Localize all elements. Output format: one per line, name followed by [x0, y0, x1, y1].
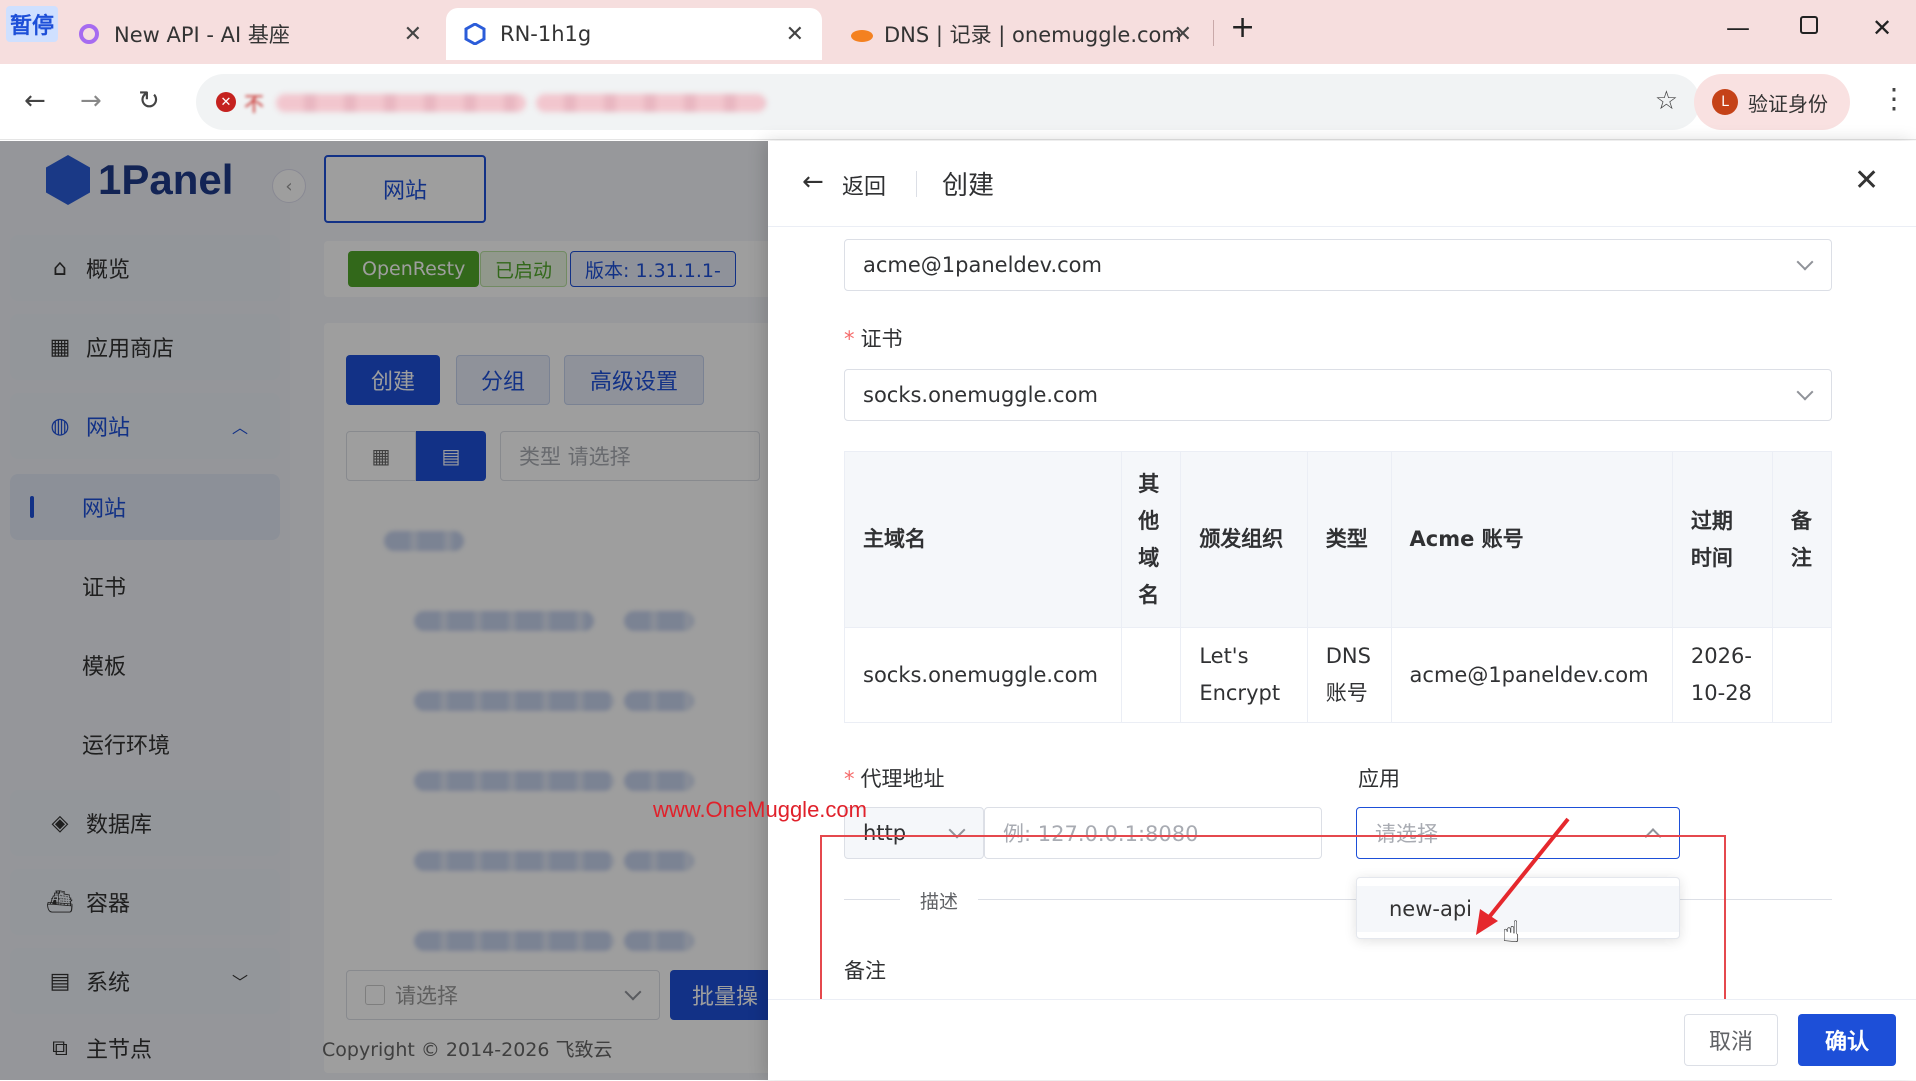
profile-avatar: L: [1712, 89, 1738, 115]
reload-icon[interactable]: ↻: [138, 86, 160, 116]
cell-issuer: Let's Encrypt: [1180, 627, 1308, 723]
blurred-url: [536, 94, 766, 112]
cert-label: * 证书: [844, 323, 903, 353]
browser-toolbar: ← → ↻ ✕ 不 ☆ L 验证身份 ⋮: [0, 64, 1916, 140]
tab-dns[interactable]: DNS | 记录 | onemuggle.com ✕: [830, 8, 1210, 60]
close-tab-icon[interactable]: ✕: [786, 22, 804, 47]
col-remark: 备注: [1771, 451, 1833, 628]
cancel-button[interactable]: 取消: [1684, 1014, 1778, 1066]
table-header-row: 主域名 其他域名 颁发组织 类型 Acme 账号 过期时间 备注: [843, 451, 1833, 628]
tab-rn-1h1g[interactable]: RN-1h1g ✕: [446, 8, 822, 60]
cell-other-domains: [1121, 627, 1182, 723]
back-arrow-icon[interactable]: ←: [802, 167, 824, 197]
bookmark-star-icon[interactable]: ☆: [1655, 86, 1678, 116]
create-proxy-drawer: ← 返回 创建 ✕ acme@1paneldev.com * 证书 socks.o…: [768, 141, 1916, 1080]
forward-icon[interactable]: →: [80, 86, 102, 116]
required-mark: *: [844, 767, 855, 791]
col-type: 类型: [1306, 451, 1392, 628]
browser-tab-bar: 暂停 New API - AI 基座 ✕ RN-1h1g ✕ DNS | 记录 …: [0, 0, 1916, 64]
red-arrow-annotation: [1476, 817, 1570, 935]
tab-divider: [1213, 20, 1214, 46]
tab-new-api[interactable]: New API - AI 基座 ✕: [60, 8, 440, 60]
chevron-down-icon: [1796, 253, 1814, 271]
close-tab-icon[interactable]: ✕: [1174, 22, 1192, 47]
cell-acme-account: acme@1paneldev.com: [1390, 627, 1673, 723]
close-drawer-icon[interactable]: ✕: [1854, 163, 1879, 198]
proxy-address-label-text: 代理地址: [860, 767, 945, 791]
maximize-icon[interactable]: [1800, 16, 1818, 34]
chevron-down-icon: [1796, 383, 1814, 401]
security-label: 不: [244, 92, 264, 116]
verify-label: 验证身份: [1748, 91, 1828, 116]
close-window-icon[interactable]: ✕: [1872, 14, 1892, 42]
verify-identity-button[interactable]: L 验证身份: [1694, 74, 1850, 130]
acme-account-value: acme@1paneldev.com: [863, 253, 1102, 277]
proxy-address-label: * 代理地址: [844, 763, 945, 793]
tab-title: RN-1h1g: [500, 22, 592, 46]
cert-label-text: 证书: [860, 327, 903, 351]
cell-remark: [1771, 627, 1833, 723]
not-secure-icon[interactable]: ✕: [216, 92, 236, 112]
address-bar[interactable]: ✕ 不 ☆: [196, 74, 1700, 130]
col-issuer: 颁发组织: [1180, 451, 1308, 628]
watermark: www.OneMuggle.com: [653, 797, 867, 822]
cloudflare-favicon-icon: [848, 23, 873, 45]
blurred-url: [276, 94, 526, 112]
hand-cursor-icon: ☝: [1502, 915, 1521, 950]
cert-select[interactable]: socks.onemuggle.com: [844, 369, 1832, 421]
tab-title: DNS | 记录 | onemuggle.com: [884, 23, 1182, 47]
drawer-title: 创建: [942, 171, 995, 201]
col-acme-account: Acme 账号: [1390, 451, 1673, 628]
col-expire: 过期时间: [1671, 451, 1773, 628]
cert-value: socks.onemuggle.com: [863, 383, 1098, 407]
cell-expire: 2026-10-28: [1671, 627, 1773, 723]
drawer-header: ← 返回 创建 ✕: [768, 141, 1916, 227]
header-divider: [916, 171, 917, 197]
required-mark: *: [844, 327, 855, 351]
browser-menu-icon[interactable]: ⋮: [1880, 82, 1908, 115]
close-tab-icon[interactable]: ✕: [404, 22, 422, 47]
confirm-button[interactable]: 确认: [1798, 1014, 1896, 1066]
modal-overlay[interactable]: [0, 141, 768, 1080]
acme-account-select[interactable]: acme@1paneldev.com: [844, 239, 1832, 291]
cell-primary-domain: socks.onemuggle.com: [843, 627, 1123, 723]
table-row: socks.onemuggle.com Let's Encrypt DNS 账号…: [843, 627, 1833, 723]
app-label: 应用: [1358, 767, 1400, 791]
1panel-favicon-icon: [464, 22, 486, 46]
col-primary-domain: 主域名: [843, 451, 1123, 628]
new-tab-button[interactable]: +: [1230, 10, 1255, 45]
col-other-domains: 其他域名: [1121, 451, 1182, 628]
drawer-body: acme@1paneldev.com * 证书 socks.onemuggle.c…: [768, 227, 1916, 999]
cert-info-table: 主域名 其他域名 颁发组织 类型 Acme 账号 过期时间 备注 socks.o…: [843, 451, 1833, 723]
tab-title: New API - AI 基座: [114, 23, 290, 47]
minimize-icon[interactable]: —: [1726, 14, 1750, 42]
drawer-footer: 取消 确认: [768, 999, 1916, 1080]
cell-type: DNS 账号: [1306, 627, 1392, 723]
back-icon[interactable]: ←: [24, 86, 46, 116]
back-button[interactable]: 返回: [842, 169, 886, 201]
pause-badge: 暂停: [6, 6, 59, 42]
new-api-favicon-icon: [78, 23, 100, 45]
